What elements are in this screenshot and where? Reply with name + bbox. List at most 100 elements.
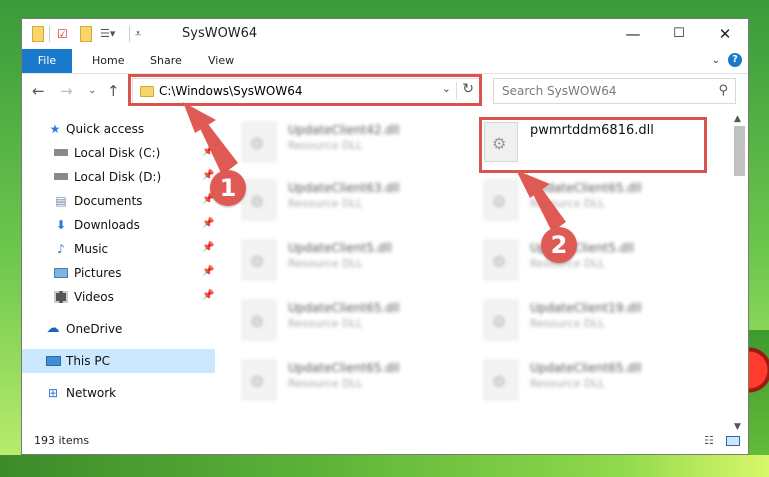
sidebar-item-label: Documents [74,194,143,208]
sidebar-item-videos[interactable]: Videos 📌 [22,285,215,309]
vertical-scrollbar[interactable]: ▲ ▼ [732,114,746,432]
scrollbar-thumb[interactable] [734,126,745,176]
sidebar-item-label: Pictures [74,266,122,280]
sidebar-item-label: Quick access [66,122,145,136]
videos-icon [54,291,68,303]
pin-icon[interactable]: 📌 [202,266,214,277]
up-arrow-icon[interactable]: ↑ [107,82,120,100]
window-title: SysWOW64 [182,26,258,41]
customize-quick-access-icon[interactable]: ☰▾ [100,26,120,42]
gear-icon: ⚙ [492,252,507,271]
scroll-up-icon[interactable]: ▲ [734,114,741,124]
dll-file-icon: ⚙ [484,300,518,340]
file-name: UpdateClient65.dll [530,361,642,375]
sidebar-item-documents[interactable]: ▤ Documents 📌 [22,189,215,213]
sidebar-item-local-disk-c[interactable]: Local Disk (C:) 📌 [22,141,215,165]
sidebar-item-quick-access[interactable]: ★ Quick access [22,117,215,141]
drive-icon [54,149,68,156]
pin-icon[interactable]: 📌 [202,242,214,253]
navigation-pane: ★ Quick access Local Disk (C:) 📌 Local D… [22,114,222,424]
sidebar-item-pictures[interactable]: Pictures 📌 [22,261,215,285]
dll-file-icon: ⚙ [242,122,276,162]
tab-home[interactable]: Home [92,49,124,73]
callout-badge-2: 2 [541,227,577,263]
pictures-icon [54,268,68,278]
sidebar-item-downloads[interactable]: ⬇ Downloads 📌 [22,213,215,237]
separator [49,26,50,42]
file-item[interactable]: ⚙ UpdateClient65.dll Resource DLL [242,356,472,406]
quick-access-dropdown-icon[interactable]: ⩡ [135,26,147,42]
file-type: Resource DLL [530,317,605,330]
pin-icon[interactable]: 📌 [202,146,214,157]
new-folder-icon[interactable] [80,26,92,42]
documents-icon: ▤ [55,194,67,208]
file-type: Resource DLL [288,139,363,152]
file-type: Resource DLL [288,317,363,330]
sidebar-item-music[interactable]: ♪ Music 📌 [22,237,215,261]
file-item-target[interactable]: ⚙ pwmrtddm6816.dll [484,118,714,168]
file-list: ⚙ UpdateClient42.dll Resource DLL ⚙ pwmr… [227,114,732,424]
drive-icon [54,173,68,180]
gear-icon: ⚙ [492,372,507,391]
properties-icon[interactable]: ☑ [57,26,71,42]
dll-file-icon: ⚙ [484,122,518,162]
file-item[interactable]: ⚙ UpdateClient19.dll Resource DLL [484,296,714,346]
sidebar-item-onedrive[interactable]: ☁ OneDrive [22,317,215,341]
file-item[interactable]: ⚙ UpdateClient63.dll Resource DLL [242,176,472,226]
expand-ribbon-icon[interactable]: ⌄ [712,55,720,66]
pin-icon[interactable]: 📌 [202,218,214,229]
pin-icon[interactable]: 📌 [202,290,214,301]
sidebar-item-label: Network [66,386,117,400]
maximize-button[interactable]: ☐ [656,19,702,49]
sidebar-item-label: OneDrive [66,322,123,336]
file-name: UpdateClient63.dll [288,181,400,195]
file-item[interactable]: ⚙ UpdateClient42.dll Resource DLL [242,118,472,168]
help-icon[interactable]: ? [728,53,742,67]
file-item[interactable]: ⚙ UpdateClient5.dll Resource DLL [484,236,714,286]
search-input[interactable]: Search SysWOW64 ⚲ [493,78,736,104]
close-button[interactable]: ✕ [702,19,748,49]
file-name: UpdateClient19.dll [530,301,642,315]
file-name: UpdateClient65.dll [288,361,400,375]
tab-share[interactable]: Share [150,49,182,73]
search-icon: ⚲ [718,83,728,98]
file-name: UpdateClient5.dll [288,241,392,255]
address-bar[interactable]: C:\Windows\SysWOW64 ⌄ ↻ [132,78,480,104]
back-arrow-icon[interactable]: ← [32,82,45,100]
folder-icon [32,26,44,42]
file-name: UpdateClient65.dll [288,301,400,315]
dll-file-icon: ⚙ [242,180,276,220]
file-type: Resource DLL [288,257,363,270]
file-item[interactable]: ⚙ UpdateClient65.dll Resource DLL [484,176,714,226]
minimize-button[interactable]: — [610,19,656,49]
file-item[interactable]: ⚙ UpdateClient65.dll Resource DLL [484,356,714,406]
dll-file-icon: ⚙ [242,240,276,280]
forward-arrow-icon[interactable]: → [60,82,73,100]
sidebar-item-local-disk-d[interactable]: Local Disk (D:) 📌 [22,165,215,189]
title-bar: ☑ ☰▾ ⩡ SysWOW64 — ☐ ✕ [22,19,748,49]
recent-locations-icon[interactable]: ⌄ [88,85,96,96]
details-view-icon[interactable]: ☷ [704,435,720,447]
chevron-down-icon[interactable]: ⌄ [442,82,451,95]
file-type: Resource DLL [530,377,605,390]
file-type: Resource DLL [288,377,363,390]
tab-file[interactable]: File [22,49,72,73]
file-name: UpdateClient65.dll [530,181,642,195]
file-type: Resource DLL [288,197,363,210]
download-icon: ⬇ [55,218,67,232]
tab-view[interactable]: View [208,49,234,73]
callout-badge-1: 1 [210,170,246,206]
gear-icon: ⚙ [492,312,507,331]
sidebar-item-label: Videos [74,290,114,304]
sidebar-item-label: Music [74,242,109,256]
refresh-icon[interactable]: ↻ [462,81,474,97]
sidebar-item-network[interactable]: ⊞ Network [22,381,215,405]
file-explorer-window: ☑ ☰▾ ⩡ SysWOW64 — ☐ ✕ File Home Share Vi… [21,18,749,455]
file-item[interactable]: ⚙ UpdateClient65.dll Resource DLL [242,296,472,346]
sidebar-item-this-pc[interactable]: This PC [22,349,215,373]
large-icons-view-icon[interactable] [726,436,740,446]
file-name: pwmrtddm6816.dll [530,123,654,138]
gear-icon: ⚙ [250,372,265,391]
file-item[interactable]: ⚙ UpdateClient5.dll Resource DLL [242,236,472,286]
separator [129,26,130,42]
